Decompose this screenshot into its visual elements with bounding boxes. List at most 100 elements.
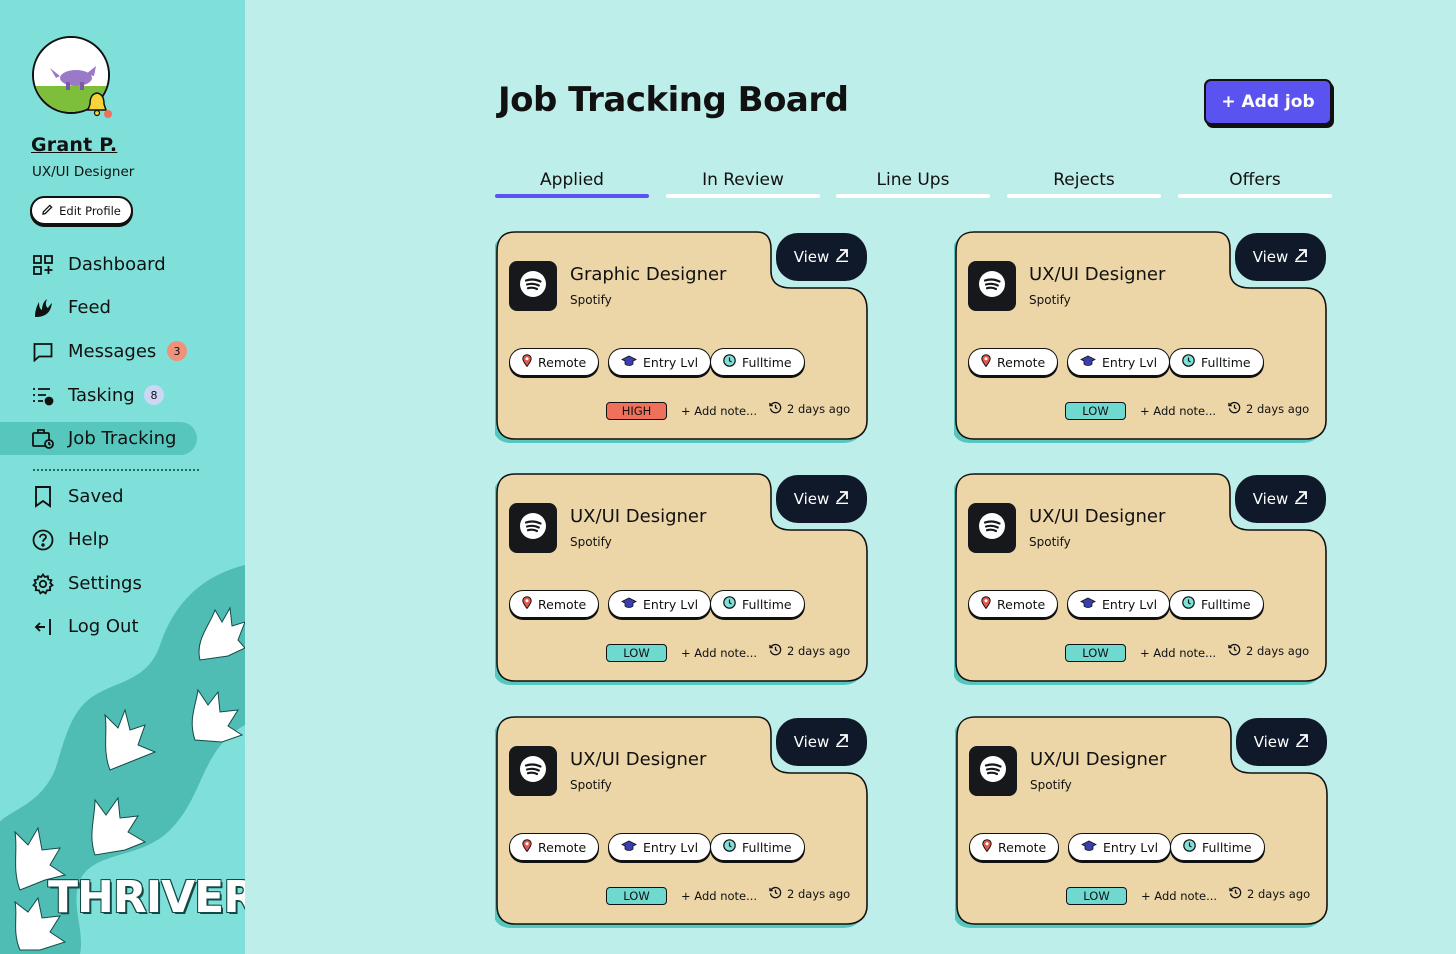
priority-badge[interactable]: LOW [606, 887, 667, 905]
chip-label: Entry Lvl [643, 596, 699, 612]
priority-badge[interactable]: LOW [1065, 644, 1126, 662]
chip-label: Entry Lvl [643, 839, 699, 855]
sidebar-item-job-tracking[interactable]: Job Tracking [0, 422, 197, 455]
time-label: 2 days ago [787, 402, 851, 416]
chip-label: Fulltime [1201, 596, 1251, 612]
add-note-link[interactable]: + Add note... [1140, 404, 1216, 418]
external-link-icon [1294, 248, 1308, 266]
profile-name: Grant P. [31, 134, 118, 156]
graduation-cap-icon [1080, 597, 1096, 612]
location-pin-icon [522, 839, 532, 855]
clock-icon [723, 596, 736, 612]
add-note-link[interactable]: + Add note... [681, 889, 757, 903]
level-chip: Entry Lvl [608, 590, 712, 618]
tab-label: Line Ups [876, 170, 950, 190]
tasking-count-badge: 8 [144, 385, 164, 405]
view-job-button[interactable]: View [776, 718, 867, 766]
chip-label: Fulltime [742, 596, 792, 612]
view-job-button[interactable]: View [776, 475, 867, 523]
add-job-button[interactable]: + Add job [1204, 79, 1332, 125]
edit-profile-button[interactable]: Edit Profile [30, 196, 133, 225]
job-title: UX/UI Designer [570, 749, 707, 770]
status-tabs: Applied In Review Line Ups Rejects Offer… [495, 170, 1333, 200]
chip-label: Remote [538, 596, 587, 612]
type-chip: Fulltime [1170, 833, 1265, 861]
history-icon [769, 886, 782, 902]
job-card[interactable]: View UX/UI Designer Spotify Remote Entry… [495, 716, 869, 928]
add-note-link[interactable]: + Add note... [1140, 646, 1216, 660]
edit-profile-label: Edit Profile [59, 203, 121, 218]
tab-in-review[interactable]: In Review [666, 170, 820, 198]
view-job-button[interactable]: View [1236, 718, 1327, 766]
briefcase-clock-icon [32, 428, 54, 450]
sidebar-item-label: Help [68, 529, 110, 550]
company-logo [969, 746, 1017, 796]
tab-label: Applied [540, 170, 604, 190]
spotify-icon [979, 755, 1007, 787]
chip-label: Entry Lvl [643, 354, 699, 370]
view-job-button[interactable]: View [1235, 233, 1326, 281]
level-chip: Entry Lvl [1068, 833, 1172, 861]
view-label: View [1253, 733, 1290, 751]
location-chip: Remote [969, 833, 1060, 861]
level-chip: Entry Lvl [608, 833, 712, 861]
tab-label: Rejects [1053, 170, 1115, 190]
history-icon [1229, 886, 1242, 902]
priority-badge[interactable]: LOW [606, 644, 667, 662]
help-icon [32, 529, 54, 551]
chip-label: Entry Lvl [1103, 839, 1159, 855]
chip-label: Entry Lvl [1102, 596, 1158, 612]
location-chip: Remote [968, 348, 1059, 376]
spotify-icon [519, 270, 547, 302]
location-pin-icon [981, 596, 991, 612]
history-icon [1228, 401, 1241, 417]
external-link-icon [835, 490, 849, 508]
job-card[interactable]: View UX/UI Designer Spotify Remote Entry… [954, 231, 1328, 443]
spotify-icon [978, 270, 1006, 302]
job-card[interactable]: View UX/UI Designer Spotify Remote Entry… [954, 473, 1328, 685]
location-chip: Remote [509, 590, 600, 618]
applied-time: 2 days ago [769, 643, 850, 659]
spotify-icon [519, 755, 547, 787]
notification-bell-icon[interactable] [86, 90, 112, 122]
view-label: View [793, 733, 830, 751]
view-job-button[interactable]: View [1235, 475, 1326, 523]
sidebar-item-label: Messages [68, 341, 157, 362]
company-logo [509, 746, 557, 796]
tab-offers[interactable]: Offers [1178, 170, 1332, 198]
clock-icon [723, 839, 736, 855]
location-pin-icon [982, 839, 992, 855]
add-note-link[interactable]: + Add note... [681, 404, 757, 418]
profile-role: UX/UI Designer [32, 164, 135, 180]
tab-line-ups[interactable]: Line Ups [836, 170, 990, 198]
chip-label: Fulltime [742, 354, 792, 370]
thriver-logo: THRIVER [48, 872, 245, 923]
type-chip: Fulltime [710, 590, 805, 618]
job-card[interactable]: View Graphic Designer Spotify Remote Ent… [495, 231, 869, 443]
priority-badge[interactable]: LOW [1066, 887, 1127, 905]
messages-count-badge: 3 [167, 341, 187, 361]
message-icon [32, 341, 54, 363]
time-label: 2 days ago [787, 644, 851, 658]
applied-time: 2 days ago [1229, 886, 1310, 902]
location-chip: Remote [509, 348, 600, 376]
company-name: Spotify [1030, 778, 1072, 792]
tab-rejects[interactable]: Rejects [1007, 170, 1161, 198]
clock-icon [1183, 839, 1196, 855]
company-name: Spotify [1029, 535, 1071, 549]
page-title: Job Tracking Board [498, 80, 849, 120]
tab-applied[interactable]: Applied [495, 170, 649, 198]
view-job-button[interactable]: View [776, 233, 867, 281]
chip-label: Fulltime [742, 839, 792, 855]
graduation-cap-icon [621, 840, 637, 855]
applied-time: 2 days ago [769, 401, 850, 417]
job-card[interactable]: View UX/UI Designer Spotify Remote Entry… [495, 473, 869, 685]
priority-badge[interactable]: LOW [1065, 402, 1126, 420]
job-card[interactable]: View UX/UI Designer Spotify Remote Entry… [955, 716, 1329, 928]
add-note-link[interactable]: + Add note... [1141, 889, 1217, 903]
priority-badge[interactable]: HIGH [606, 402, 667, 420]
view-label: View [1252, 248, 1289, 266]
location-chip: Remote [968, 590, 1059, 618]
add-note-link[interactable]: + Add note... [681, 646, 757, 660]
company-name: Spotify [570, 293, 612, 307]
